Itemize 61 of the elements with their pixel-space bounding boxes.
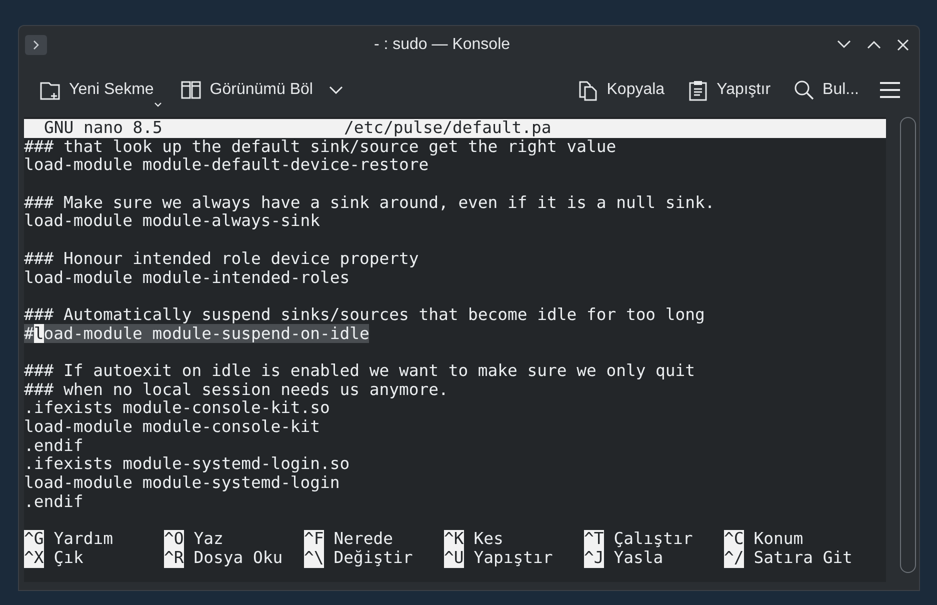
code-line: load-module module-intended-roles <box>24 268 350 286</box>
shortcut-key: ^X <box>24 548 44 568</box>
code-line: ### when no local session needs us anymore. <box>24 380 448 399</box>
shortcut-label: Yaz <box>194 530 224 549</box>
chevron-right-icon <box>32 40 40 50</box>
code-line: load-module module-systemd-login <box>24 473 340 492</box>
shortcut-key: ^J <box>584 548 604 568</box>
file-path: /etc/pulse/default.pa <box>344 119 552 138</box>
shortcut-label: Yasla <box>614 548 664 568</box>
shortcut-label: Dosya Oku <box>194 548 283 568</box>
search-icon <box>792 79 815 101</box>
shortcut-label: Çalıştır <box>614 530 693 549</box>
code-line: .ifexists module-console-kit.so <box>24 398 330 418</box>
shortcut-key: ^/ <box>724 548 744 568</box>
menu-toggle-button[interactable] <box>25 34 47 54</box>
clipboard-icon <box>686 79 709 101</box>
window-title: - : sudo — Konsole <box>374 34 510 54</box>
code-line: ### Make sure we always have a sink around, even if it is a null sink. <box>24 192 715 212</box>
code-line: .endif <box>24 492 84 511</box>
split-button[interactable]: Görünümü Böl <box>174 73 349 107</box>
code-line: ### that look up the default sink/source get the right value <box>24 136 616 156</box>
text-cursor: l <box>34 324 44 343</box>
find-button[interactable]: Bul... <box>786 73 865 107</box>
maximize-icon[interactable] <box>867 40 881 49</box>
editor-version: GNU nano 8.5 <box>44 119 164 138</box>
code-line: load-module module-default-device-restore <box>24 155 429 174</box>
copy-button[interactable]: Kopyala <box>570 73 671 107</box>
shortcut-label: Yapıştır <box>474 548 553 568</box>
shortcut-key: ^K <box>444 530 464 549</box>
shortcut-label: Konum <box>754 530 804 549</box>
shortcut-key: ^T <box>584 530 604 549</box>
shortcut-label: Çık <box>54 548 84 568</box>
code-line: .ifexists module-systemd-login.so <box>24 454 350 474</box>
new-tab-button[interactable]: Yeni Sekme <box>33 73 160 107</box>
copy-icon <box>576 79 599 101</box>
shortcut-key: ^R <box>164 548 184 568</box>
shortcut-label: Kes <box>474 530 504 549</box>
caret-icon <box>328 86 343 94</box>
close-icon[interactable] <box>897 38 909 50</box>
code-line: ### Honour intended role device property <box>24 248 419 268</box>
code-line: ### If autoexit on idle is enabled we want to make sure we only quit <box>24 360 696 380</box>
shortcut-key: ^O <box>164 530 184 549</box>
menu-icon <box>879 81 901 99</box>
split-view-icon <box>180 79 202 101</box>
shortcut-key: ^\ <box>304 548 324 568</box>
code-line: load-module module-console-kit <box>24 417 320 436</box>
code-line: .endif <box>24 436 84 455</box>
caret-icon <box>154 102 162 107</box>
shortcut-label: Yardım <box>54 530 113 549</box>
paste-button[interactable]: Yapıştır <box>680 73 777 107</box>
minimize-icon[interactable] <box>837 40 851 49</box>
shortcut-label: Değiştir <box>334 548 413 568</box>
shortcut-key: ^C <box>724 530 744 549</box>
shortcut-key: ^F <box>304 530 324 549</box>
shortcut-label: Satıra Git <box>754 548 852 568</box>
code-line: ### Automatically suspend sinks/sources that become idle for too long <box>24 304 705 324</box>
shortcut-label: Nerede <box>334 530 393 549</box>
shortcut-key: ^U <box>444 548 464 568</box>
scrollbar[interactable] <box>900 117 916 573</box>
code-line: load-module module-always-sink <box>24 211 320 230</box>
shortcut-key: ^G <box>24 530 44 549</box>
